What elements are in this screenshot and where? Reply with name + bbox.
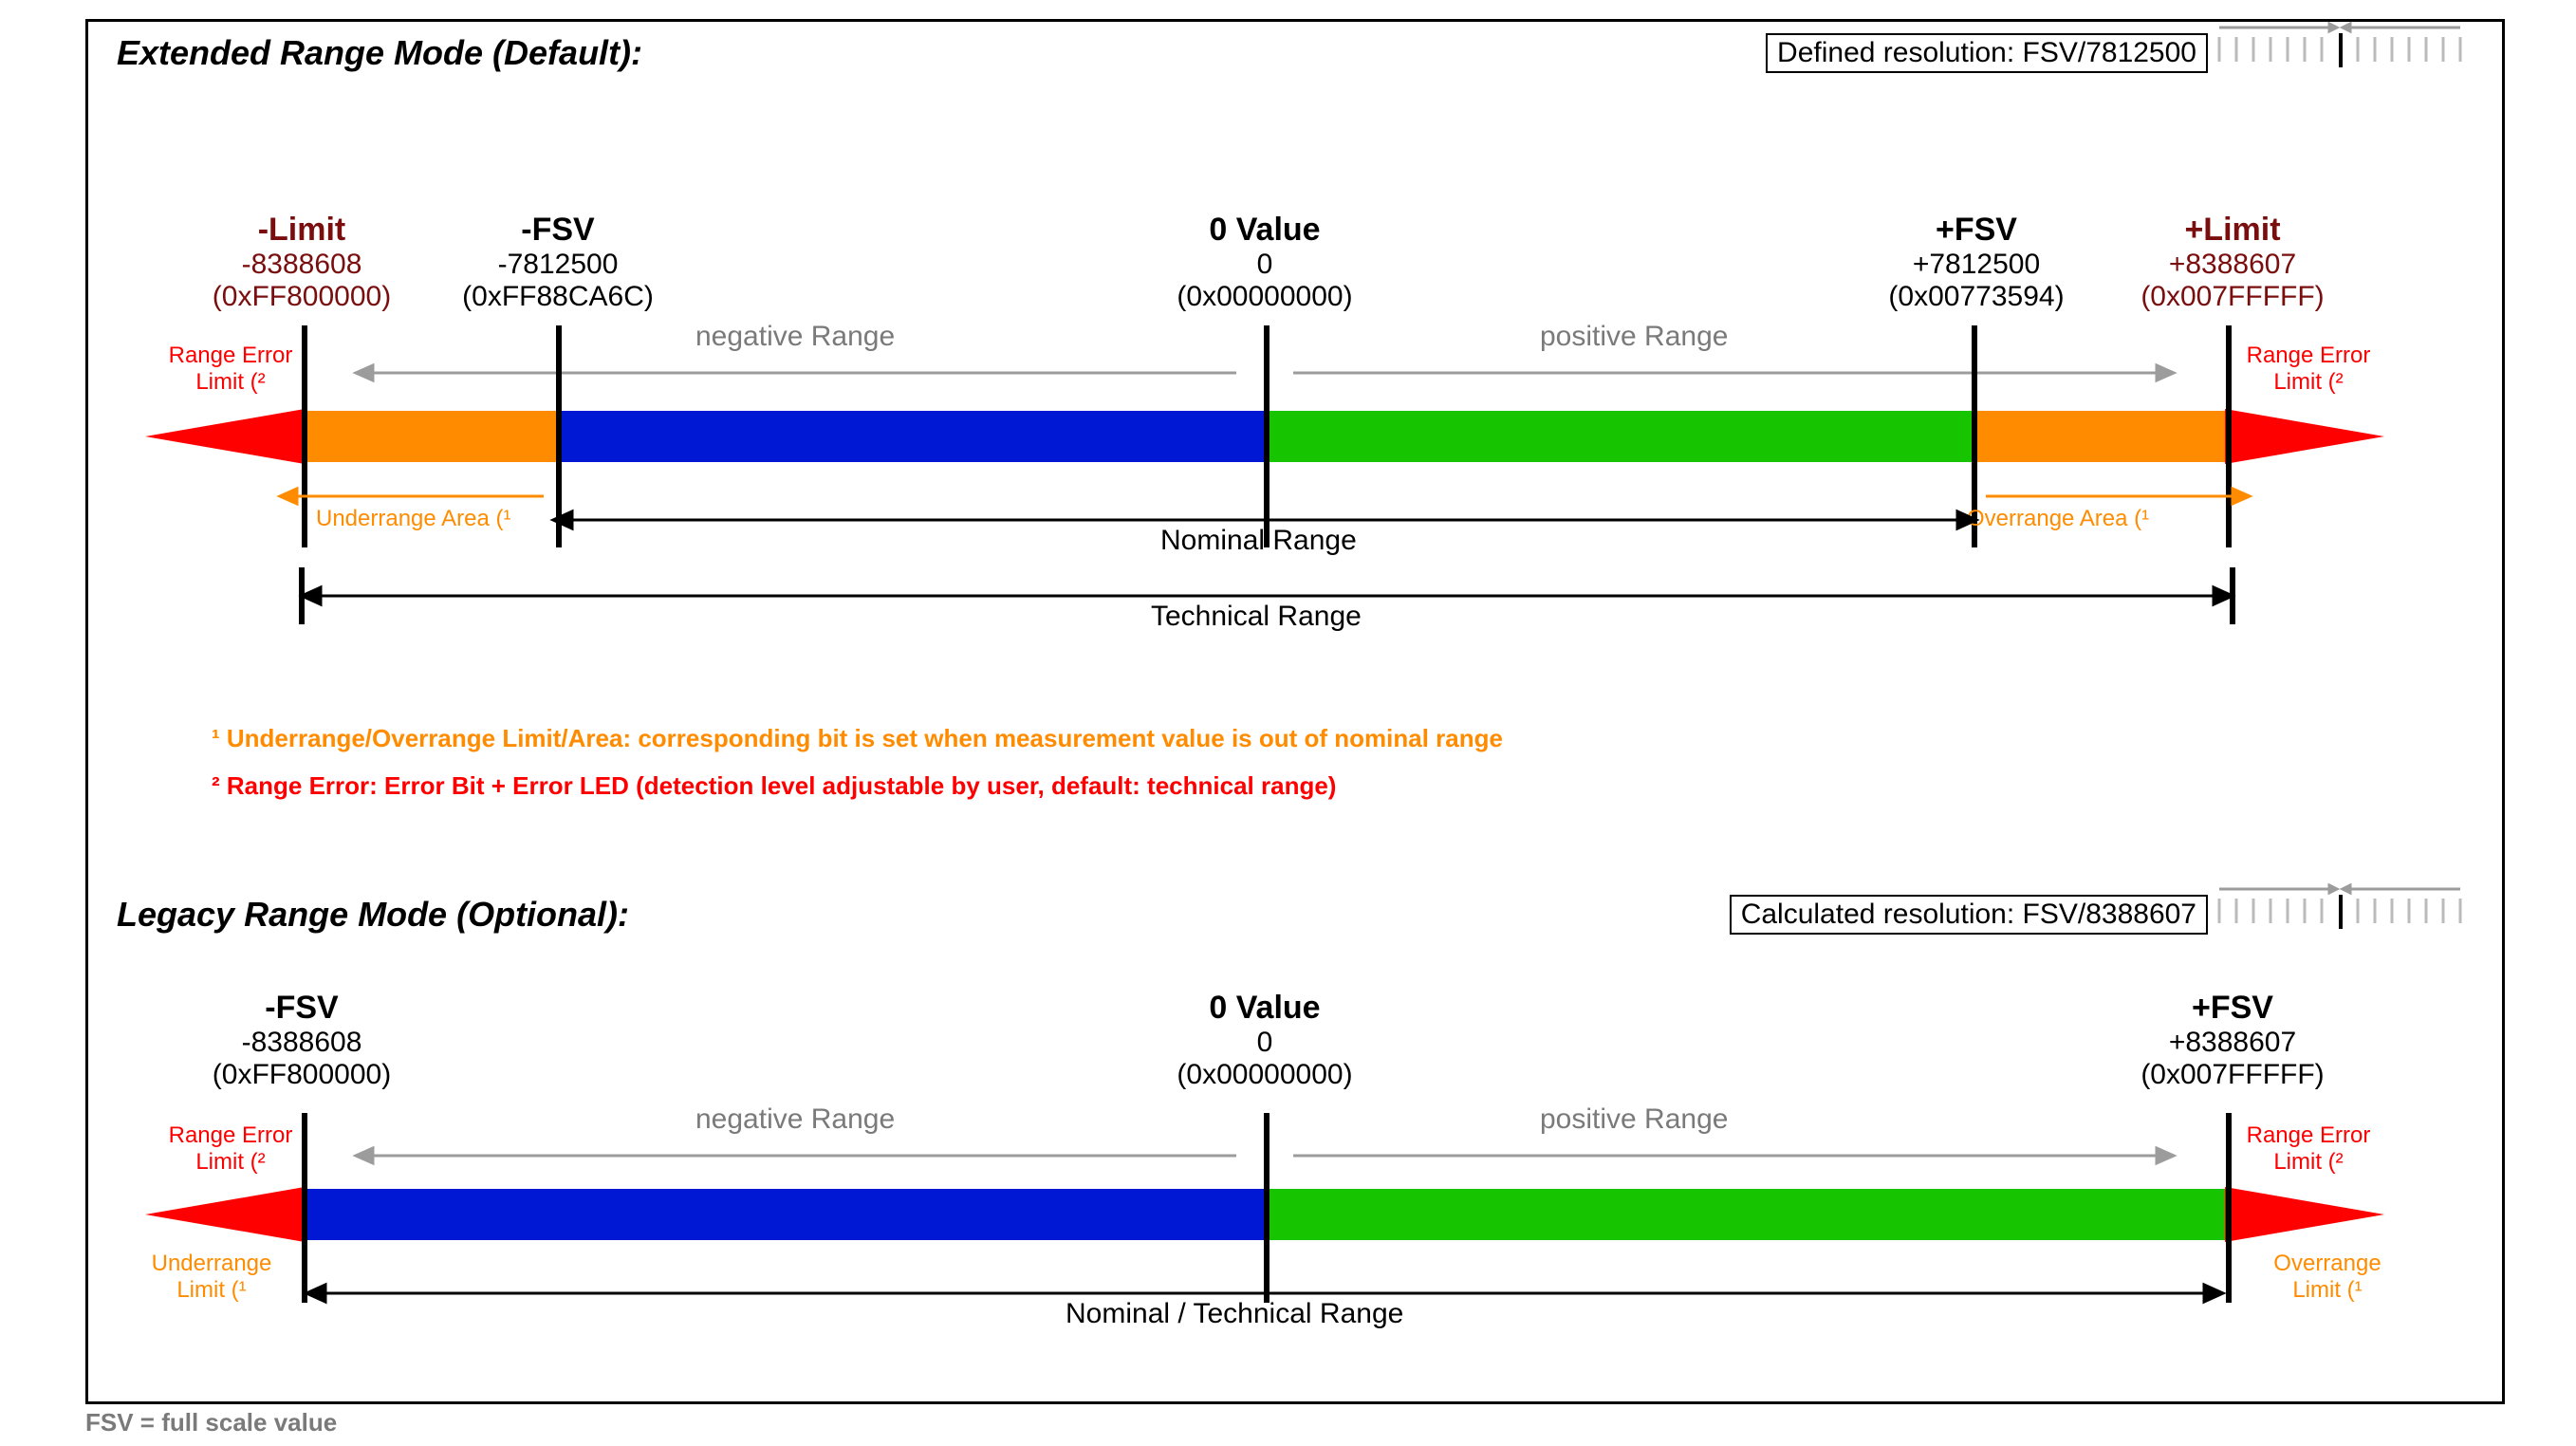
- leg-nominal-label: Nominal / Technical Range: [1066, 1298, 1403, 1330]
- fsv-note: FSV = full scale value: [85, 1408, 337, 1437]
- leg-nominal-arrow: [88, 22, 2508, 1407]
- diagram-frame: Extended Range Mode (Default): Defined r…: [85, 19, 2505, 1404]
